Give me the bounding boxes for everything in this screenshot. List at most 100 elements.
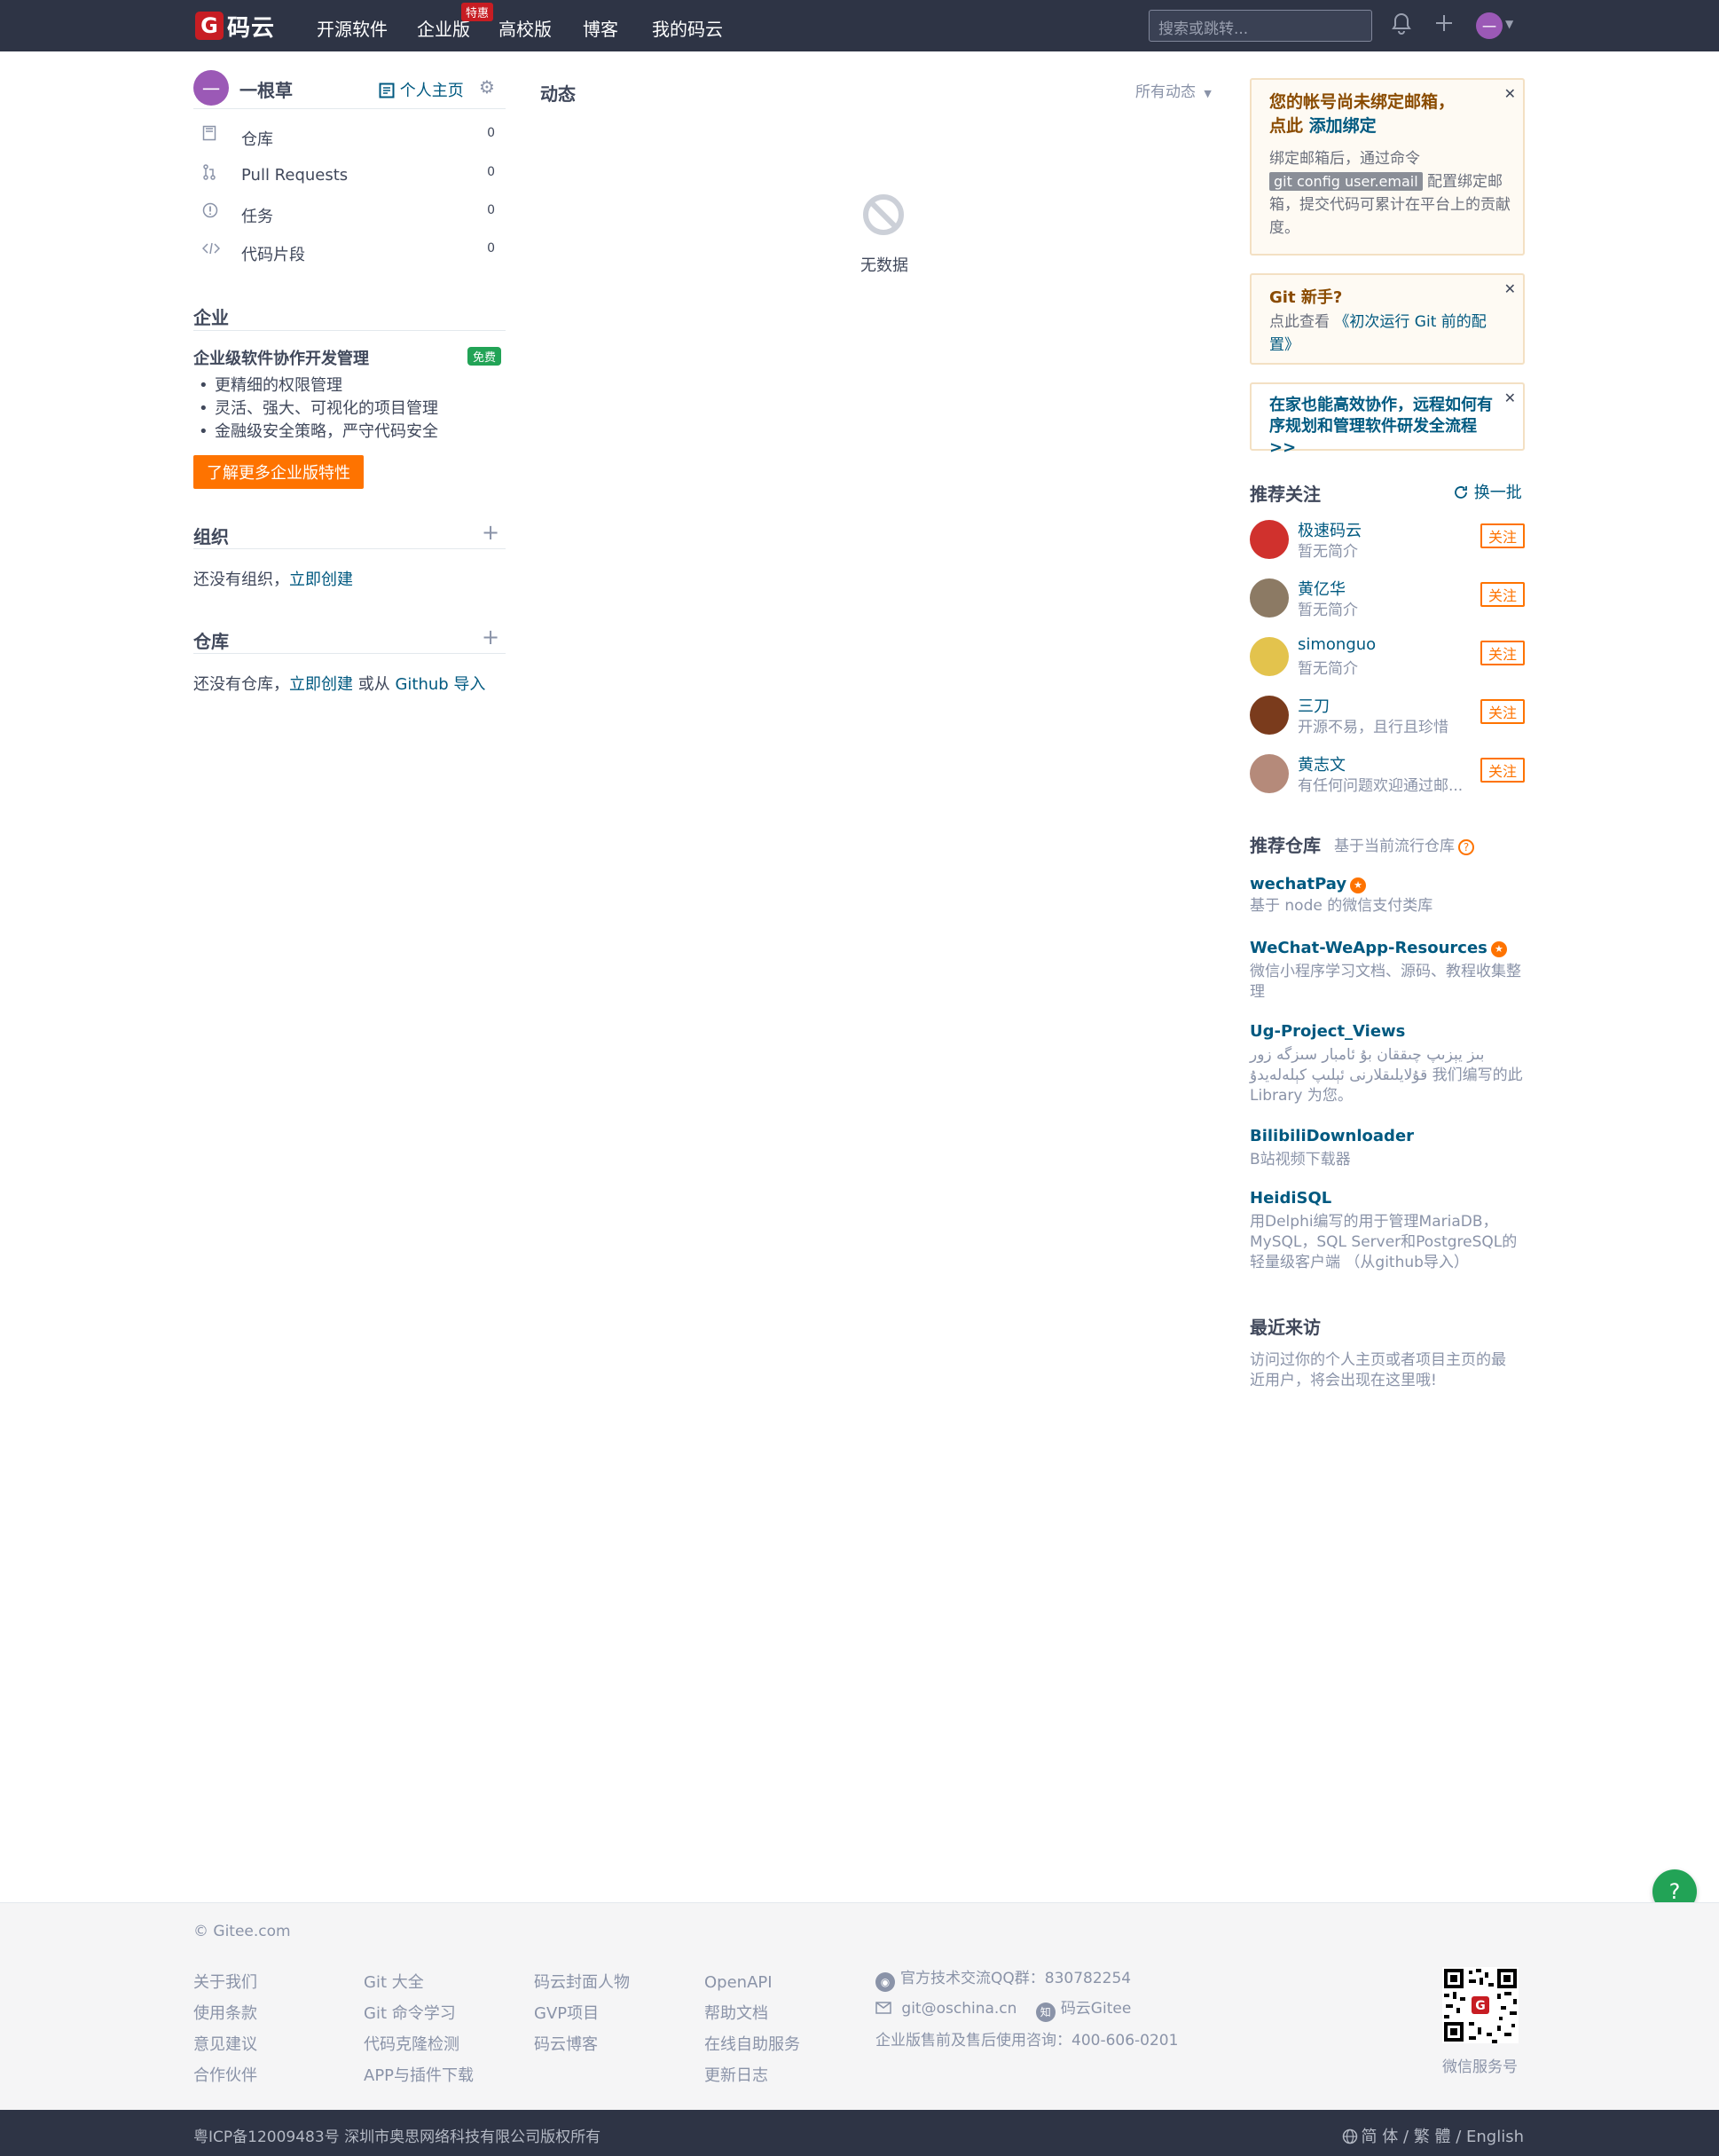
- footer-col-about: 关于我们 使用条款 意见建议 合作伙伴: [193, 1967, 257, 2091]
- divider: [193, 330, 506, 331]
- add-repo-plus-icon[interactable]: +: [482, 625, 499, 649]
- footer-link[interactable]: 码云博客: [534, 2029, 630, 2060]
- create-org-link[interactable]: 立即创建: [289, 570, 353, 589]
- create-repo-link[interactable]: 立即创建: [289, 675, 353, 694]
- gear-icon[interactable]: ⚙: [479, 76, 495, 98]
- notice-title-line1: 您的帐号尚未绑定邮箱，: [1269, 92, 1456, 112]
- repo-name: BilibiliDownloader: [1250, 1127, 1415, 1145]
- user-avatar-menu[interactable]: 一: [1476, 12, 1503, 39]
- remote-work-notice[interactable]: ✕ 在家也能高效协作，远程如何有序规划和管理软件研发全流程 >>: [1250, 382, 1525, 457]
- footer-link[interactable]: 帮助文档: [704, 1998, 800, 2029]
- follow-button[interactable]: 关注: [1480, 582, 1525, 607]
- github-import-link[interactable]: Github 导入: [395, 675, 485, 694]
- sidebar-item-label: Pull Requests: [241, 166, 349, 185]
- add-org-plus-icon[interactable]: +: [482, 520, 499, 545]
- help-icon[interactable]: ?: [1458, 839, 1474, 855]
- footer-link[interactable]: Git 大全: [364, 1967, 474, 1998]
- plus-icon[interactable]: [1433, 12, 1455, 39]
- feed-filter-dropdown[interactable]: 所有动态 ▼: [1135, 79, 1212, 101]
- avatar[interactable]: [1250, 696, 1289, 735]
- homepage-link[interactable]: 个人主页: [379, 78, 464, 101]
- notice-title[interactable]: 在家也能高效协作，远程如何有序规划和管理软件研发全流程 >>: [1269, 395, 1500, 459]
- repo-description: بىز يېزىپ چىققان بۇ ئامبار سىزگە زور قۇل…: [1250, 1046, 1523, 1105]
- sidebar-item-snippets[interactable]: 代码片段 0: [193, 239, 506, 265]
- user-desc: 暂无简介: [1298, 660, 1358, 678]
- footer-link[interactable]: 合作伙伴: [193, 2060, 257, 2091]
- footer-link[interactable]: 使用条款: [193, 1998, 257, 2029]
- enterprise-features-button[interactable]: 了解更多企业版特性: [193, 455, 364, 489]
- avatar[interactable]: [1250, 637, 1289, 676]
- notice-body-text: 绑定邮箱后，通过命令: [1269, 150, 1420, 168]
- username[interactable]: 一根草: [239, 76, 293, 102]
- repo-name-link[interactable]: HeidiSQL: [1250, 1189, 1331, 1208]
- repo-name-link[interactable]: BilibiliDownloader: [1250, 1127, 1414, 1145]
- avatar[interactable]: 一: [193, 70, 229, 106]
- refresh-users-button[interactable]: 换一批: [1453, 480, 1522, 503]
- avatar[interactable]: [1250, 520, 1289, 559]
- footer-link[interactable]: 在线自助服务: [704, 2029, 800, 2060]
- recent-visitors-title: 最近来访: [1250, 1317, 1321, 1338]
- qq-icon: ◉: [875, 1972, 895, 1992]
- sidebar-item-issues[interactable]: 任务 0: [193, 201, 506, 227]
- close-icon[interactable]: ✕: [1504, 280, 1516, 297]
- feed-filter-label: 所有动态: [1135, 83, 1196, 101]
- sidebar-item-pull-requests[interactable]: Pull Requests 0: [193, 162, 506, 189]
- footer-link[interactable]: 码云封面人物: [534, 1967, 630, 1998]
- footer-link[interactable]: GVP项目: [534, 1998, 630, 2029]
- bell-icon[interactable]: [1391, 12, 1412, 41]
- footer-link[interactable]: 代码克隆检测: [364, 2029, 474, 2060]
- nav-open-source[interactable]: 开源软件: [317, 15, 388, 41]
- user-desc: 暂无简介: [1298, 543, 1358, 561]
- repo-name-link[interactable]: WeChat-WeApp-Resources ★: [1250, 939, 1507, 957]
- user-desc: 暂无简介: [1298, 602, 1358, 619]
- avatar[interactable]: [1250, 754, 1289, 793]
- recommended-user: 黄志文 有任何问题欢迎通过邮... 关注: [1250, 752, 1525, 797]
- caret-down-icon: ▼: [1204, 88, 1212, 99]
- email-link[interactable]: git@oschina.cn: [901, 2000, 1016, 2018]
- feed-title: 动态: [540, 83, 576, 105]
- follow-button[interactable]: 关注: [1480, 641, 1525, 665]
- copyright: © Gitee.com: [193, 1923, 291, 1940]
- add-email-link[interactable]: 添加绑定: [1309, 116, 1377, 136]
- search-input[interactable]: 搜索或跳转...: [1149, 10, 1372, 42]
- logo-mark: G: [195, 12, 224, 40]
- user-name-link[interactable]: simonguo: [1298, 635, 1376, 654]
- repo-name-link[interactable]: wechatPay ★: [1250, 875, 1367, 893]
- notice-title: 您的帐号尚未绑定邮箱， 点此 添加绑定: [1269, 90, 1482, 138]
- no-data-icon: [862, 193, 905, 236]
- recommend-users-title: 推荐关注: [1250, 484, 1321, 505]
- repo-name-link[interactable]: Ug-Project_Views: [1250, 1022, 1405, 1041]
- footer-link[interactable]: APP与插件下载: [364, 2060, 474, 2091]
- git-newbie-notice: ✕ Git 新手? 点此查看 《初次运行 Git 前的配置》: [1250, 273, 1525, 365]
- footer-link[interactable]: 更新日志: [704, 2060, 800, 2091]
- repo-empty-or: 或从: [353, 675, 396, 694]
- zhihu-link[interactable]: 码云Gitee: [1061, 2000, 1131, 2018]
- footer-link[interactable]: 关于我们: [193, 1967, 257, 1998]
- caret-down-icon[interactable]: ▼: [1505, 18, 1513, 30]
- footer-col-git: Git 大全 Git 命令学习 代码克隆检测 APP与插件下载: [364, 1967, 474, 2091]
- language-switcher[interactable]: 简 体 / 繁 體 / English: [1342, 2124, 1524, 2147]
- code-icon: [201, 240, 221, 260]
- avatar[interactable]: [1250, 578, 1289, 618]
- footer-link[interactable]: OpenAPI: [704, 1967, 800, 1998]
- repo-description: B站视频下载器: [1250, 1151, 1351, 1168]
- sidebar-item-repos[interactable]: 仓库 0: [193, 123, 506, 150]
- follow-button[interactable]: 关注: [1480, 699, 1525, 724]
- footer-link[interactable]: 意见建议: [193, 2029, 257, 2060]
- close-icon[interactable]: ✕: [1504, 389, 1516, 406]
- nav-education[interactable]: 高校版: [498, 15, 552, 41]
- sidebar-item-label: 任务: [241, 208, 273, 226]
- gitee-logo[interactable]: G 码云: [195, 11, 275, 42]
- qq-group-text: 官方技术交流QQ群：830782254: [900, 1970, 1132, 1987]
- nav-my-gitee[interactable]: 我的码云: [652, 15, 723, 41]
- follow-button[interactable]: 关注: [1480, 758, 1525, 783]
- gvp-badge-icon: ★: [1350, 877, 1367, 893]
- nav-blog[interactable]: 博客: [583, 15, 618, 41]
- follow-button[interactable]: 关注: [1480, 523, 1525, 548]
- count: 0: [487, 203, 495, 217]
- repo-name: Ug-Project_Views: [1250, 1022, 1406, 1041]
- repo-name: wechatPay: [1250, 875, 1347, 893]
- close-icon[interactable]: ✕: [1504, 85, 1516, 102]
- footer-link[interactable]: Git 命令学习: [364, 1998, 474, 2029]
- recommended-user: 三刀 开源不易，且行且珍惜 关注: [1250, 694, 1525, 738]
